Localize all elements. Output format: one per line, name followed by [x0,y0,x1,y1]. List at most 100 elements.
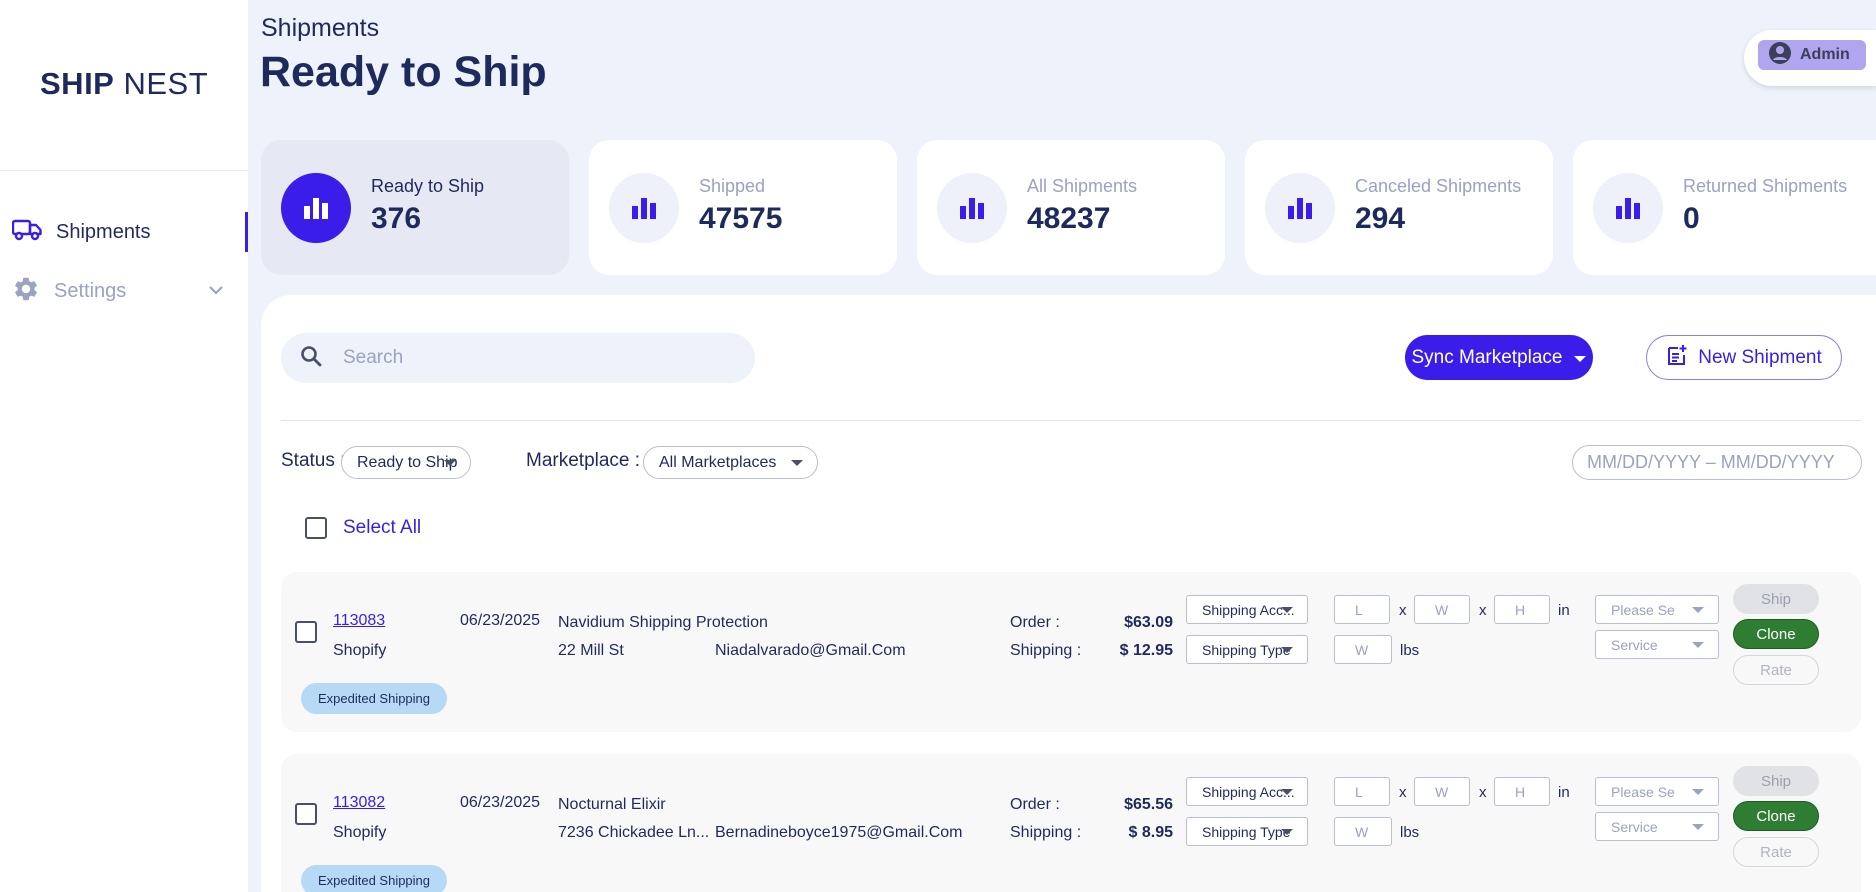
sidebar: SHIP NEST Shipments Settings [0,0,248,892]
clone-button[interactable]: Clone [1733,619,1819,649]
service-select-value: Service [1611,636,1658,653]
new-shipment-button[interactable]: New Shipment [1646,335,1842,380]
chart-bar-icon [281,173,351,243]
select-all-label[interactable]: Select All [343,517,421,539]
note-add-icon [1666,344,1688,372]
caret-down-icon [1281,829,1293,835]
carrier-select[interactable]: Please Se [1595,777,1719,806]
order-id-link[interactable]: 113083 [333,612,385,630]
weight-input[interactable]: W [1334,817,1392,846]
breadcrumb[interactable]: Shipments [261,14,379,43]
toolbar-divider [281,420,1861,421]
page-title: Ready to Ship [260,48,547,96]
search-icon [299,344,323,373]
width-input[interactable]: W [1414,595,1470,624]
stat-card-all-shipments[interactable]: All Shipments 48237 [917,140,1225,275]
shipping-type-value: Shipping Type [1202,823,1291,840]
weight-unit: lbs [1400,824,1420,841]
clone-button[interactable]: Clone [1733,801,1819,831]
caret-down-icon [791,460,803,466]
sidebar-item-settings[interactable]: Settings [12,271,248,311]
shipping-total-label: Shipping : [1010,824,1082,841]
weight-unit: lbs [1400,642,1420,659]
shipping-type-value: Shipping Type [1202,641,1291,658]
product-name: Navidium Shipping Protection [558,614,768,631]
shipping-method-badge: Expedited Shipping [301,865,447,892]
row-checkbox[interactable] [295,803,317,825]
order-id-link[interactable]: 113082 [333,794,385,812]
dimension-unit: in [1558,784,1570,801]
shipping-method-badge: Expedited Shipping [301,683,447,714]
stat-value: 48237 [1027,202,1111,235]
dimension-separator: x [1399,784,1407,801]
dimension-separator: x [1399,602,1407,619]
marketplace-filter-label: Marketplace : [526,450,641,471]
stat-label: Returned Shipments [1683,176,1848,196]
row-checkbox[interactable] [295,621,317,643]
admin-button[interactable]: Admin [1758,40,1866,70]
admin-label: Admin [1800,46,1850,63]
active-indicator [245,212,248,252]
height-input[interactable]: H [1494,777,1550,806]
stat-card-shipped[interactable]: Shipped 47575 [589,140,897,275]
marketplace-name: Shopify [333,824,387,841]
sidebar-item-shipments[interactable]: Shipments [11,212,248,252]
stat-value: 376 [371,202,422,235]
status-filter-select[interactable]: Ready to Ship [341,446,471,479]
gear-icon [12,275,40,308]
rate-button[interactable]: Rate [1733,655,1819,685]
stat-label: Ready to Ship [371,176,485,196]
shipping-account-select[interactable]: Shipping Acc... [1186,777,1308,806]
chevron-down-icon[interactable] [207,281,225,304]
stat-card-ready-to-ship[interactable]: Ready to Ship 376 [261,140,569,275]
ship-button[interactable]: Ship [1733,584,1819,614]
shipment-row: 113082 Shopify 06/23/2025 Nocturnal Elix… [281,754,1861,892]
length-input[interactable]: L [1334,595,1390,624]
weight-input[interactable]: W [1334,635,1392,664]
height-input[interactable]: H [1494,595,1550,624]
dimension-unit: in [1558,602,1570,619]
service-select[interactable]: Service [1595,630,1719,659]
search-input[interactable] [343,347,723,369]
stat-card-canceled-shipments[interactable]: Canceled Shipments 294 [1245,140,1553,275]
length-input[interactable]: L [1334,777,1390,806]
chart-bar-icon [609,173,679,243]
carrier-select[interactable]: Please Se [1595,595,1719,624]
caret-down-icon [1692,642,1704,648]
sidebar-item-label: Settings [54,279,127,302]
ship-address: 7236 Chickadee Ln... [558,824,708,841]
stat-label: All Shipments [1027,176,1138,196]
user-avatar-icon [1768,41,1792,70]
sidebar-item-label: Shipments [56,220,151,243]
product-name: Nocturnal Elixir [558,796,666,813]
caret-down-icon [1692,607,1704,613]
ship-button[interactable]: Ship [1733,766,1819,796]
caret-down-icon [1281,789,1293,795]
dimension-separator: x [1479,602,1487,619]
stat-card-returned-shipments[interactable]: Returned Shipments 0 [1573,140,1876,275]
shipping-type-select[interactable]: Shipping Type [1186,635,1308,664]
order-date: 06/23/2025 [460,612,541,629]
shipping-type-select[interactable]: Shipping Type [1186,817,1308,846]
select-all-checkbox[interactable] [305,517,327,539]
truck-icon [11,219,42,246]
service-select[interactable]: Service [1595,812,1719,841]
shipping-total-label: Shipping : [1010,642,1082,659]
user-menu-container: Admin [1744,30,1876,86]
marketplace-filter-select[interactable]: All Marketplaces [643,446,818,479]
caret-down-icon [444,460,456,466]
customer-email: Niadalvarado@Gmail.Com [715,642,906,659]
sync-marketplace-button[interactable]: Sync Marketplace [1405,335,1593,380]
shipping-account-select[interactable]: Shipping Acc... [1186,595,1308,624]
date-range-input[interactable]: MM/DD/YYYY – MM/DD/YYYY [1572,445,1862,480]
ship-address: 22 Mill St [558,642,624,659]
carrier-select-value: Please Se [1611,783,1675,800]
date-range-placeholder: MM/DD/YYYY – MM/DD/YYYY [1587,452,1835,472]
rate-button[interactable]: Rate [1733,837,1819,867]
brand-logo[interactable]: SHIP NEST [40,66,208,102]
dimension-separator: x [1479,784,1487,801]
caret-down-icon [1692,789,1704,795]
width-input[interactable]: W [1414,777,1470,806]
order-total-value: $65.56 [1124,796,1173,813]
caret-down-icon [1573,347,1587,369]
